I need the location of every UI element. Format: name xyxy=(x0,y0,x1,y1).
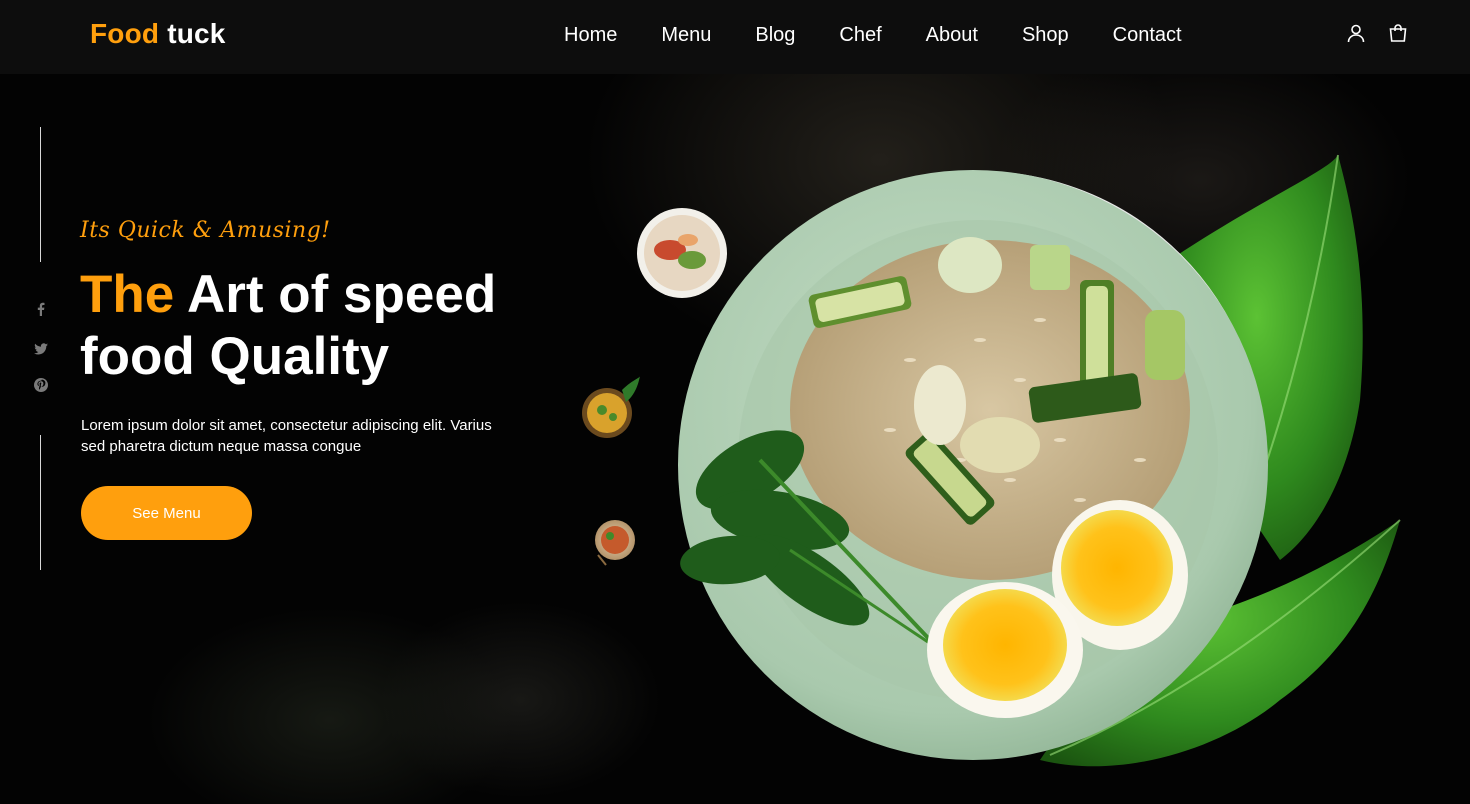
main-nav: Home Menu Blog Chef About Shop Contact xyxy=(564,23,1182,47)
brand-name-accent: Food xyxy=(90,18,160,49)
see-menu-button[interactable]: See Menu xyxy=(81,486,252,540)
shopping-bag-icon[interactable] xyxy=(1388,23,1408,43)
nav-blog[interactable]: Blog xyxy=(755,23,795,47)
nav-contact[interactable]: Contact xyxy=(1113,23,1182,47)
brand-name-rest: tuck xyxy=(159,18,226,49)
thumbnail-dish-1 xyxy=(637,208,727,298)
nav-shop[interactable]: Shop xyxy=(1022,23,1069,47)
user-icon[interactable] xyxy=(1346,23,1366,43)
hero-tagline: Its Quick & Amusing! xyxy=(80,218,331,243)
egg-left xyxy=(927,582,1083,718)
thumbnail-dish-2 xyxy=(582,376,640,438)
nav-home[interactable]: Home xyxy=(564,23,617,47)
side-divider-top xyxy=(40,127,41,262)
brand-logo[interactable]: Food tuck xyxy=(90,18,226,50)
thumbnail-dish-3 xyxy=(595,520,635,566)
nav-about[interactable]: About xyxy=(926,23,978,47)
pinterest-icon[interactable] xyxy=(33,377,49,393)
site-header: Food tuck Home Menu Blog Chef About Shop… xyxy=(0,0,1470,74)
hero-food-illustration xyxy=(560,140,1420,780)
side-divider-bottom xyxy=(40,435,41,570)
hero-title-accent: The xyxy=(80,265,175,324)
nav-menu[interactable]: Menu xyxy=(661,23,711,47)
facebook-icon[interactable] xyxy=(33,301,49,317)
twitter-icon[interactable] xyxy=(33,341,49,357)
food-plate-graphic xyxy=(582,154,1401,767)
header-actions xyxy=(1346,23,1408,43)
nav-chef[interactable]: Chef xyxy=(839,23,881,47)
hero-title: The Art of speed food Quality xyxy=(80,264,600,388)
hero-description: Lorem ipsum dolor sit amet, consectetur … xyxy=(81,417,492,455)
